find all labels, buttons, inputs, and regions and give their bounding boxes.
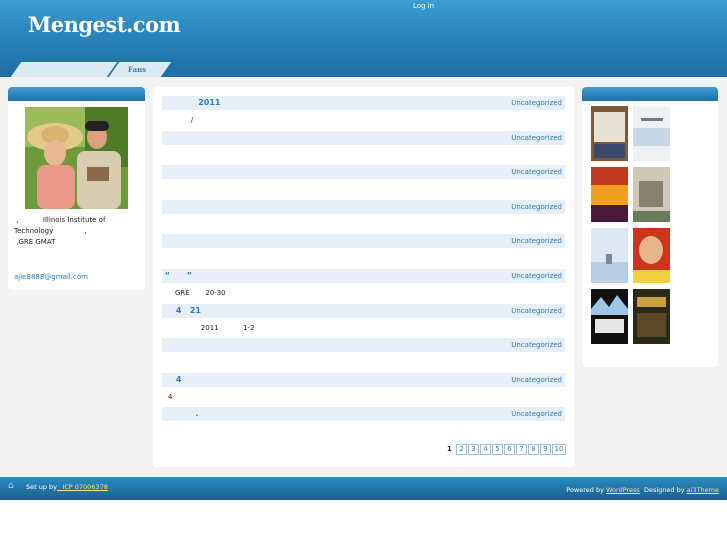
post-title[interactable]: 2011	[162, 98, 220, 107]
post-header: 4 21 Uncategorized	[162, 304, 565, 318]
page-link[interactable]: 6	[504, 444, 515, 455]
category-link[interactable]: Uncategorized	[511, 376, 562, 384]
powered-by-label: Powered by	[566, 486, 606, 494]
post-header: Uncategorized	[162, 338, 565, 352]
email-link[interactable]: ajie8888@gmail.com	[14, 273, 88, 281]
profile-photo	[25, 107, 128, 209]
post-header: 2011 Uncategorized	[162, 96, 565, 110]
theme-link[interactable]: ai3Theme	[687, 486, 719, 494]
book-cover[interactable]	[633, 106, 670, 161]
post-excerpt: 4	[168, 393, 173, 401]
post-title[interactable]: “ ”	[162, 271, 192, 280]
home-icon[interactable]: ⌂	[8, 482, 17, 491]
post-excerpt: 2011 1-2	[183, 324, 255, 332]
post-header: 4 Uncategorized	[162, 373, 565, 387]
post-title[interactable]: .	[162, 409, 198, 418]
post-header: Uncategorized	[162, 131, 565, 145]
book-cover[interactable]	[591, 289, 628, 344]
page-link[interactable]: 9	[540, 444, 551, 455]
post-list: 2011 Uncategorized / Uncategorized Uncat…	[153, 87, 574, 467]
page-bottom	[0, 500, 727, 545]
bio-line: ,GRE GMAT	[14, 238, 56, 246]
page-link[interactable]: 2	[456, 444, 467, 455]
category-link[interactable]: Uncategorized	[511, 99, 562, 107]
book-cover[interactable]	[591, 228, 628, 283]
page-link[interactable]: 10	[552, 444, 566, 455]
setup-label: Set up by	[26, 483, 58, 491]
page-link[interactable]: 4	[480, 444, 491, 455]
category-link[interactable]: Uncategorized	[511, 307, 562, 315]
footer-credits: Powered by WordPress Designed by ai3Them…	[566, 486, 719, 494]
post-excerpt: /	[162, 116, 194, 124]
post-header: Uncategorized	[162, 200, 565, 214]
profile-sidebar: , Illinois Institute of Technology , ,GR…	[8, 87, 145, 290]
page-link[interactable]: 5	[492, 444, 503, 455]
login-link[interactable]: Log in	[413, 2, 434, 10]
post-header: Uncategorized	[162, 165, 565, 179]
page-link[interactable]: 3	[468, 444, 479, 455]
bio-line: Technology ,	[14, 227, 87, 235]
books-sidebar-header	[582, 87, 718, 101]
books-sidebar	[582, 87, 718, 367]
nav-tab-2[interactable]	[56, 62, 118, 77]
book-cover[interactable]	[633, 167, 670, 222]
page-link[interactable]: 7	[516, 444, 527, 455]
category-link[interactable]: Uncategorized	[511, 134, 562, 142]
category-link[interactable]: Uncategorized	[511, 168, 562, 176]
category-link[interactable]: Uncategorized	[511, 410, 562, 418]
icp-link[interactable]: _ ICP 07006378	[57, 483, 108, 491]
post-title[interactable]: 4	[162, 375, 182, 384]
book-cover[interactable]	[591, 106, 628, 161]
page-link[interactable]: 8	[528, 444, 539, 455]
nav-tab-fans-label[interactable]: Fans	[128, 65, 146, 74]
category-link[interactable]: Uncategorized	[511, 341, 562, 349]
category-link[interactable]: Uncategorized	[511, 237, 562, 245]
post-header: “ ” Uncategorized	[162, 269, 565, 283]
post-title[interactable]: 4 21	[162, 306, 201, 315]
book-cover[interactable]	[591, 167, 628, 222]
designed-by-label: Designed by	[639, 486, 687, 494]
book-cover[interactable]	[633, 228, 670, 283]
post-header: Uncategorized	[162, 234, 565, 248]
wordpress-link[interactable]: WordPress	[606, 486, 640, 494]
profile-sidebar-header	[8, 87, 145, 101]
page-current: 1	[447, 445, 452, 453]
site-header: Log in Mengest.com Fans	[0, 0, 727, 77]
post-header: . Uncategorized	[162, 407, 565, 421]
category-link[interactable]: Uncategorized	[511, 272, 562, 280]
category-link[interactable]: Uncategorized	[511, 203, 562, 211]
profile-bio: , Illinois Institute of Technology , ,GR…	[14, 215, 142, 248]
site-title[interactable]: Mengest.com	[28, 12, 181, 37]
bio-line: , Illinois Institute of	[14, 216, 106, 224]
site-footer: ⌂ Set up by _ ICP 07006378 Powered by Wo…	[0, 477, 727, 500]
post-excerpt: GRE 20-30	[175, 289, 226, 297]
book-cover[interactable]	[633, 289, 670, 344]
